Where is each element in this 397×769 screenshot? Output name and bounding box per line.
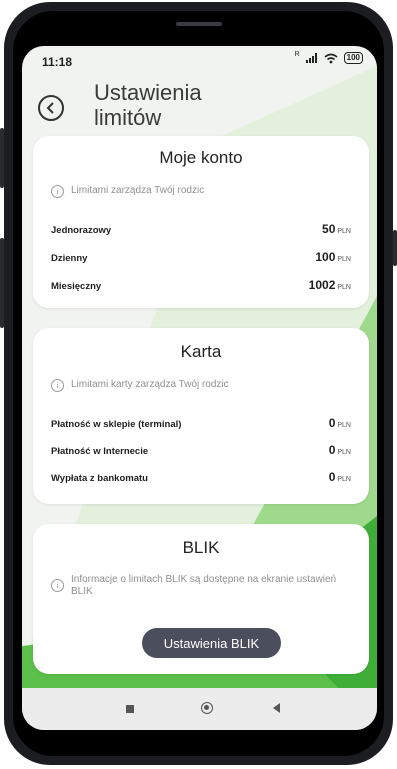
blik-card: BLIK i Informacje o limitach BLIK są dos… <box>33 524 369 674</box>
limit-currency: PLN <box>337 284 351 291</box>
account-limits-card: Moje konto i Limitami zarządza Twój rodz… <box>33 136 369 308</box>
limit-value: 0 <box>328 470 336 484</box>
status-bar: 11:18 R 100 <box>22 46 377 76</box>
limit-label: Jednorazowy <box>51 225 112 236</box>
info-note: i Limitami karty zarządza Twój rodzic <box>51 379 229 392</box>
limit-value: 0 <box>328 443 336 457</box>
side-key <box>393 230 397 266</box>
signal-icon <box>305 53 317 63</box>
limit-value-group: 1002 PLN <box>309 276 351 294</box>
info-text: Informacje o limitach BLIK są dostępne n… <box>71 574 337 597</box>
card-title: BLIK <box>182 538 220 557</box>
info-text: Limitami karty zarządza Twój rodzic <box>71 379 229 390</box>
battery-icon: 100 <box>343 52 363 64</box>
limit-row: Jednorazowy 50 PLN <box>51 220 351 236</box>
info-note: i Limitami zarządza Twój rodzic <box>51 185 204 198</box>
volume-button <box>0 238 4 328</box>
recent-apps-icon[interactable] <box>126 705 134 713</box>
limit-row: Dzienny 100 PLN <box>51 248 351 264</box>
system-nav-bar <box>22 688 377 730</box>
limit-currency: PLN <box>337 449 351 456</box>
limit-value-group: 50 PLN <box>322 220 351 238</box>
limit-row: Płatność w sklepie (terminal) 0 PLN <box>51 414 351 430</box>
power-button <box>0 128 4 188</box>
status-icons: R 100 <box>294 50 363 64</box>
back-button[interactable] <box>38 95 64 121</box>
limit-value-group: 0 PLN <box>329 441 351 459</box>
limit-label: Dzienny <box>51 253 88 264</box>
limit-value: 1002 <box>308 278 336 292</box>
limit-currency: PLN <box>337 422 351 429</box>
limit-value: 0 <box>328 416 336 430</box>
status-time: 11:18 <box>42 55 73 69</box>
limit-currency: PLN <box>337 476 351 483</box>
wifi-icon <box>324 53 338 63</box>
limit-value-group: 0 PLN <box>329 414 351 432</box>
home-icon[interactable] <box>201 702 213 714</box>
info-note: i Informacje o limitach BLIK są dostępne… <box>51 574 341 598</box>
blik-settings-button[interactable]: Ustawienia BLIK <box>142 628 281 658</box>
card-title: Moje konto <box>159 148 243 167</box>
speaker-grille <box>176 22 222 26</box>
limit-value-group: 100 PLN <box>315 248 351 266</box>
limit-value: 50 <box>322 222 336 236</box>
limit-value-group: 0 PLN <box>329 468 351 486</box>
info-icon: i <box>51 579 64 592</box>
signal-label: R <box>294 50 300 58</box>
back-arrow-icon[interactable] <box>273 703 280 713</box>
card-title: Karta <box>180 342 222 361</box>
limit-label: Płatność w sklepie (terminal) <box>51 419 182 430</box>
limit-row: Płatność w Internecie 0 PLN <box>51 441 351 457</box>
limit-currency: PLN <box>337 228 351 235</box>
limit-currency: PLN <box>337 256 351 263</box>
limit-row: Wypłata z bankomatu 0 PLN <box>51 468 351 484</box>
limit-label: Wypłata z bankomatu <box>51 473 148 484</box>
info-icon: i <box>51 185 64 198</box>
chevron-left-icon <box>46 102 54 114</box>
limit-value: 100 <box>315 250 336 264</box>
info-icon: i <box>51 379 64 392</box>
page-title: Ustawienia limitów <box>94 80 202 130</box>
card-limits-card: Karta i Limitami karty zarządza Twój rod… <box>33 328 369 504</box>
info-text: Limitami zarządza Twój rodzic <box>71 185 205 196</box>
page-header: Ustawienia limitów <box>22 76 377 136</box>
limit-label: Miesięczny <box>51 281 102 292</box>
limit-row: Miesięczny 1002 PLN <box>51 276 351 292</box>
limit-label: Płatność w Internecie <box>51 446 149 457</box>
app-screen: 11:18 R 100 Ustawienia limitów Moje kont… <box>22 46 377 730</box>
